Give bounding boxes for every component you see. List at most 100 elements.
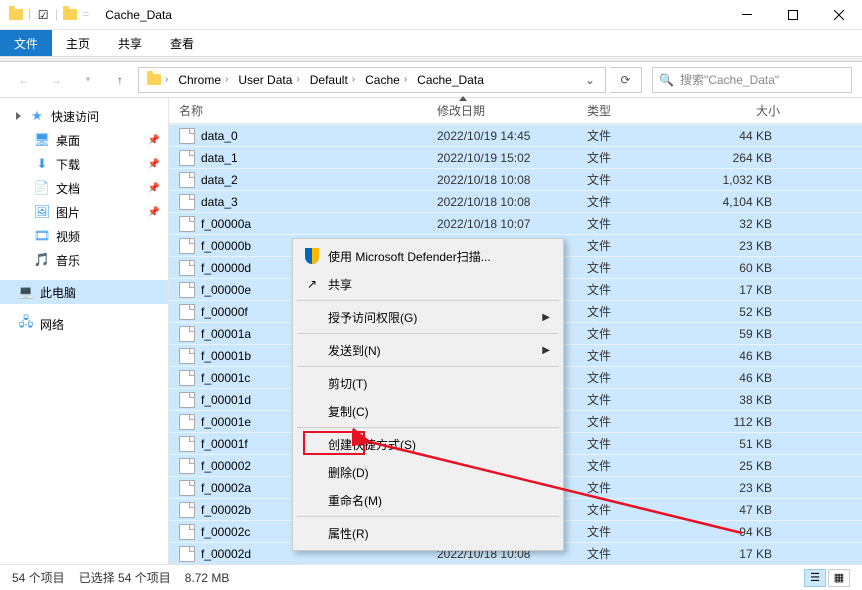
tab-home[interactable]: 主页: [52, 30, 104, 56]
file-type: 文件: [587, 281, 662, 298]
file-type: 文件: [587, 435, 662, 452]
file-type: 文件: [587, 237, 662, 254]
breadcrumb-seg[interactable]: Cache›: [361, 73, 411, 87]
file-icon: [179, 304, 195, 320]
column-type[interactable]: 类型: [587, 102, 662, 119]
file-row[interactable]: data_12022/10/19 15:02文件264 KB: [169, 146, 862, 168]
column-name[interactable]: 名称: [179, 102, 437, 119]
breadcrumb-seg[interactable]: Cache_Data: [413, 73, 488, 87]
video-icon: 🎞: [34, 228, 50, 244]
breadcrumb-label: Cache: [365, 73, 400, 87]
menu-separator: [297, 300, 559, 301]
file-row[interactable]: data_02022/10/19 14:45文件44 KB: [169, 124, 862, 146]
sidebar-this-pc[interactable]: 💻 此电脑: [0, 280, 168, 304]
file-name: f_00000a: [201, 217, 437, 231]
tab-file[interactable]: 文件: [0, 30, 52, 56]
chevron-right-icon: ▶: [542, 312, 550, 323]
column-size[interactable]: 大小: [662, 102, 780, 119]
forward-button[interactable]: →: [42, 66, 70, 94]
menu-separator: [297, 427, 559, 428]
breadcrumb[interactable]: › Chrome› User Data › Default› Cache› Cac…: [138, 67, 606, 93]
breadcrumb-root-icon[interactable]: ›: [143, 74, 172, 85]
back-button[interactable]: ←: [10, 66, 38, 94]
folder-icon: [62, 7, 78, 23]
breadcrumb-seg[interactable]: User Data ›: [234, 73, 303, 87]
menu-cut[interactable]: 剪切(T): [296, 369, 560, 397]
checkmark-icon[interactable]: ☑: [35, 7, 51, 23]
menu-properties[interactable]: 属性(R): [296, 519, 560, 547]
menu-send-to[interactable]: 发送到(N)▶: [296, 336, 560, 364]
file-name: data_2: [201, 173, 437, 187]
file-size: 4,104 KB: [662, 195, 772, 209]
breadcrumb-seg[interactable]: Default›: [306, 73, 359, 87]
breadcrumb-label: User Data: [238, 73, 292, 87]
breadcrumb-seg[interactable]: Chrome›: [174, 73, 232, 87]
file-icon: [179, 546, 195, 562]
menu-copy[interactable]: 复制(C): [296, 397, 560, 425]
sidebar-quick-access[interactable]: ★快速访问: [0, 104, 168, 128]
tab-view[interactable]: 查看: [156, 30, 208, 56]
refresh-button[interactable]: ⟳: [610, 67, 642, 93]
menu-separator: [297, 366, 559, 367]
file-row[interactable]: f_00000a2022/10/18 10:07文件32 KB: [169, 212, 862, 234]
recent-dropdown[interactable]: ▾: [74, 66, 102, 94]
file-size: 17 KB: [662, 547, 772, 561]
music-icon: 🎵: [34, 252, 50, 268]
file-icon: [179, 216, 195, 232]
file-type: 文件: [587, 193, 662, 210]
view-details-button[interactable]: ☰: [804, 569, 826, 587]
file-row[interactable]: data_22022/10/18 10:08文件1,032 KB: [169, 168, 862, 190]
column-date[interactable]: 修改日期: [437, 102, 587, 119]
menu-label: 创建快捷方式(S): [328, 436, 416, 453]
menu-share[interactable]: ↗共享: [296, 270, 560, 298]
sidebar-videos[interactable]: 🎞视频: [0, 224, 168, 248]
sidebar-pictures[interactable]: 🖼图片📌: [0, 200, 168, 224]
breadcrumb-label: Default: [310, 73, 348, 87]
sidebar-item-label: 文档: [56, 180, 80, 197]
up-button[interactable]: ↑: [106, 66, 134, 94]
file-icon: [179, 348, 195, 364]
sidebar-item-label: 图片: [56, 204, 80, 221]
file-icon: [179, 436, 195, 452]
tab-share[interactable]: 共享: [104, 30, 156, 56]
sidebar-downloads[interactable]: ⬇下载📌: [0, 152, 168, 176]
file-icon: [179, 326, 195, 342]
file-icon: [179, 260, 195, 276]
file-type: 文件: [587, 501, 662, 518]
sidebar-documents[interactable]: 📄文档📌: [0, 176, 168, 200]
menu-label: 复制(C): [328, 403, 369, 420]
file-date: 2022/10/18 10:07: [437, 217, 587, 231]
file-row[interactable]: data_32022/10/18 10:08文件4,104 KB: [169, 190, 862, 212]
maximize-button[interactable]: [770, 0, 816, 30]
sidebar-network[interactable]: 🖧网络: [0, 312, 168, 336]
menu-rename[interactable]: 重命名(M): [296, 486, 560, 514]
download-icon: ⬇: [34, 156, 50, 172]
file-type: 文件: [587, 369, 662, 386]
file-icon: [179, 524, 195, 540]
chevron-right-icon: ›: [296, 74, 299, 85]
close-button[interactable]: [816, 0, 862, 30]
sidebar-desktop[interactable]: 🖥桌面📌: [0, 128, 168, 152]
menu-grant-access[interactable]: 授予访问权限(G)▶: [296, 303, 560, 331]
minimize-button[interactable]: [724, 0, 770, 30]
file-icon: [179, 150, 195, 166]
sidebar-music[interactable]: 🎵音乐: [0, 248, 168, 272]
file-size: 38 KB: [662, 393, 772, 407]
view-icons-button[interactable]: ▦: [828, 569, 850, 587]
file-size: 264 KB: [662, 151, 772, 165]
file-type: 文件: [587, 347, 662, 364]
file-size: 60 KB: [662, 261, 772, 275]
star-icon: ★: [29, 108, 45, 124]
breadcrumb-history-dropdown[interactable]: ⌄: [579, 73, 601, 87]
pc-icon: 💻: [18, 284, 34, 300]
file-type: 文件: [587, 259, 662, 276]
file-icon: [179, 480, 195, 496]
menu-delete[interactable]: 删除(D): [296, 458, 560, 486]
status-item-count: 54 个项目: [12, 569, 65, 586]
menu-create-shortcut[interactable]: 创建快捷方式(S): [296, 430, 560, 458]
view-mode-buttons: ☰ ▦: [804, 569, 850, 587]
search-icon: 🔍: [659, 73, 674, 87]
sidebar-item-label: 此电脑: [40, 284, 76, 301]
search-input[interactable]: 🔍 搜索"Cache_Data": [652, 67, 852, 93]
menu-defender-scan[interactable]: 使用 Microsoft Defender扫描...: [296, 242, 560, 270]
